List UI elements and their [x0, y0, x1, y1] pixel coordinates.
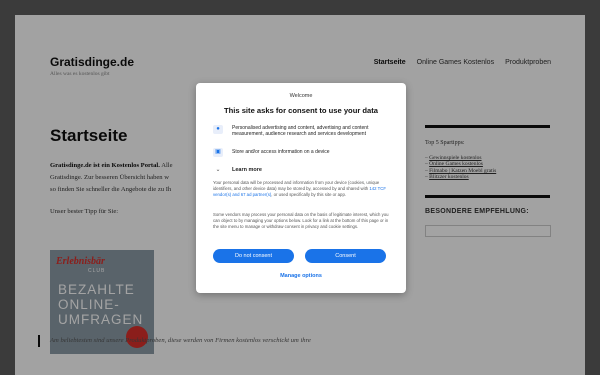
consent-purpose-device: ▣ Store and/or access information on a d…: [213, 148, 393, 157]
person-icon: ●: [213, 125, 223, 134]
manage-options-button[interactable]: Manage options: [196, 273, 406, 279]
consent-button[interactable]: Consent: [305, 249, 386, 263]
device-icon: ▣: [213, 148, 223, 157]
consent-purpose-text: Store and/or access information on a dev…: [232, 149, 330, 155]
consent-body-1: Your personal data will be processed and…: [213, 180, 387, 197]
learn-more-toggle[interactable]: ⌄ Learn more: [213, 167, 393, 173]
consent-body-2: Some vendors may process your personal d…: [213, 212, 389, 229]
do-not-consent-button[interactable]: Do not consent: [213, 249, 294, 263]
consent-dialog: Welcome This site asks for consent to us…: [196, 83, 406, 293]
learn-more-label: Learn more: [232, 167, 262, 173]
consent-purpose-text: Personalised advertising and content, ad…: [232, 125, 369, 137]
consent-title: This site asks for consent to use your d…: [223, 106, 379, 115]
consent-welcome: Welcome: [289, 93, 313, 99]
chevron-down-icon: ⌄: [215, 167, 221, 173]
consent-purpose-personalised: ● Personalised advertising and content, …: [213, 125, 393, 137]
